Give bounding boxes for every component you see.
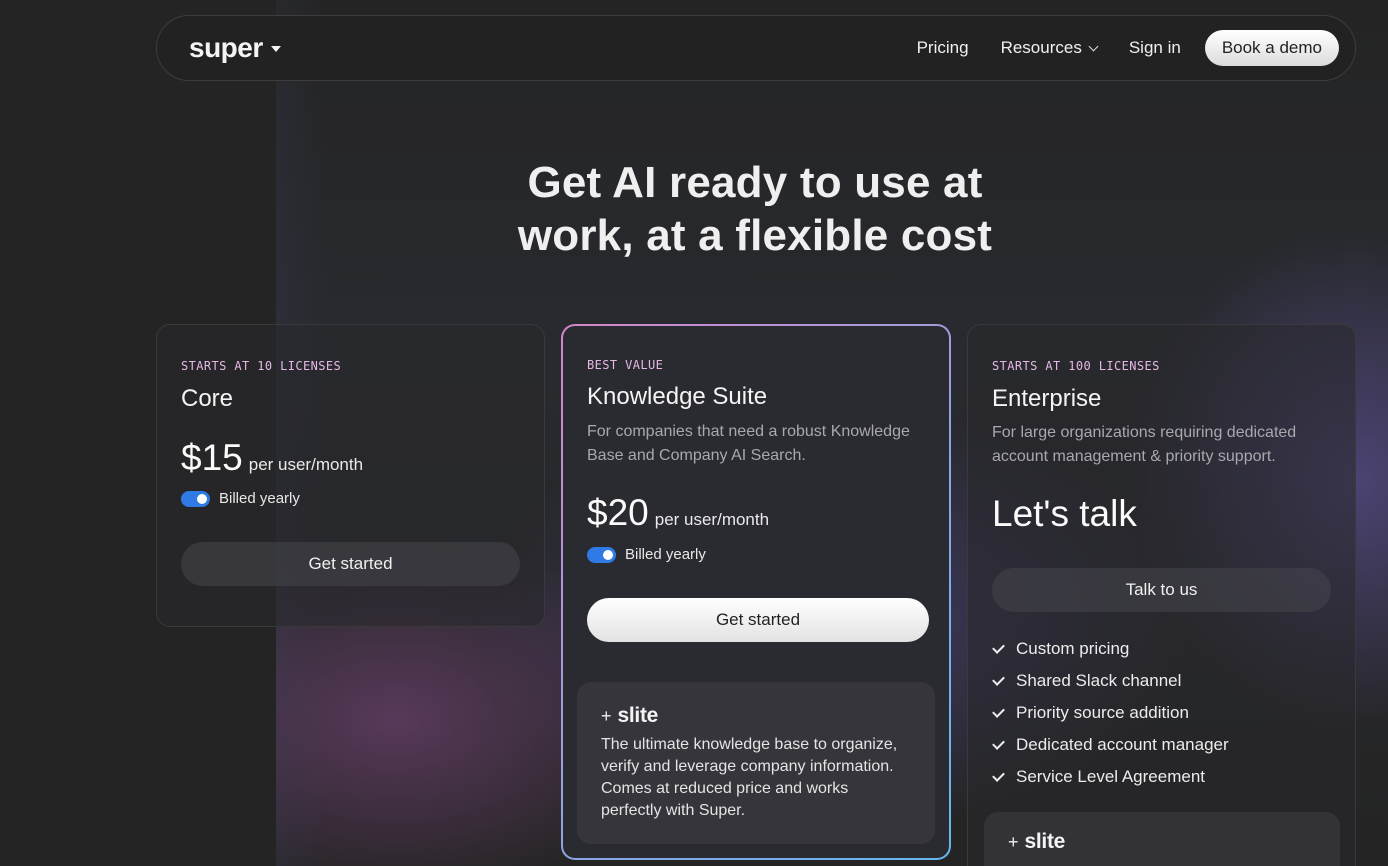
billing-toggle[interactable] <box>587 546 616 563</box>
get-started-button[interactable]: Get started <box>181 542 520 586</box>
check-icon <box>992 736 1005 750</box>
slite-addon: + slite The ultimate knowledge base to o… <box>577 682 935 844</box>
feature-item: Dedicated account manager <box>992 729 1229 761</box>
plus-icon: + <box>1008 831 1019 852</box>
nav-resources-label: Resources <box>1000 38 1082 57</box>
billing-toggle[interactable] <box>181 490 210 507</box>
price-unit: per user/month <box>654 510 770 529</box>
feature-item: Service Level Agreement <box>992 761 1229 793</box>
plan-card-core: STARTS AT 10 LICENSES Core $15 per user/… <box>156 324 545 627</box>
toggle-knob <box>603 549 613 560</box>
plan-price: $15 per user/month <box>181 437 363 479</box>
plan-description: For large organizations requiring dedica… <box>992 424 1297 465</box>
plan-eyebrow: STARTS AT 10 LICENSES <box>181 359 342 373</box>
plus-icon: + <box>601 705 612 726</box>
feature-list: Custom pricing Shared Slack channel Prio… <box>992 633 1229 793</box>
slite-header: + slite <box>1008 830 1316 854</box>
feature-label: Priority source addition <box>1016 703 1189 722</box>
plan-title: Knowledge Suite <box>587 383 768 410</box>
slite-logo: slite <box>1024 830 1066 853</box>
plan-price: Let's talk <box>992 493 1137 534</box>
plan-price: $20 per user/month <box>587 492 769 534</box>
chevron-down-icon <box>1088 41 1099 51</box>
plan-eyebrow: BEST VALUE <box>587 358 664 372</box>
check-icon <box>992 640 1005 654</box>
hero-title: Get AI ready to use at work, at a flexib… <box>430 156 1080 262</box>
super-logo: super <box>189 32 263 63</box>
nav-resources-menu[interactable]: Resources <box>1000 38 1099 58</box>
hero-line-2: work, at a flexible cost <box>517 211 993 260</box>
slite-header: + slite <box>601 704 911 728</box>
feature-label: Custom pricing <box>1016 639 1130 658</box>
billing-label: Billed yearly <box>219 490 300 507</box>
feature-item: Custom pricing <box>992 633 1229 665</box>
plan-title: Enterprise <box>992 385 1102 412</box>
plan-title: Core <box>181 385 234 412</box>
billing-toggle-row: Billed yearly <box>181 490 300 507</box>
billing-toggle-row: Billed yearly <box>587 546 706 563</box>
price-unit: per user/month <box>248 455 364 474</box>
slite-addon: + slite <box>984 812 1340 866</box>
talk-to-us-button[interactable]: Talk to us <box>992 568 1331 612</box>
feature-item: Shared Slack channel <box>992 665 1229 697</box>
check-icon <box>992 704 1005 718</box>
slite-logo: slite <box>617 704 659 727</box>
logo-menu[interactable]: super <box>189 32 281 64</box>
billing-label: Billed yearly <box>625 546 706 563</box>
book-demo-button[interactable]: Book a demo <box>1204 30 1339 66</box>
plan-description: For companies that need a robust Knowled… <box>587 423 910 464</box>
price-amount: $20 <box>587 492 649 533</box>
caret-down-icon <box>270 46 281 52</box>
feature-item: Priority source addition <box>992 697 1229 729</box>
price-amount: $15 <box>181 437 243 478</box>
plan-card-knowledge-suite: BEST VALUE Knowledge Suite For companies… <box>561 324 951 860</box>
toggle-knob <box>197 493 207 504</box>
top-nav: super Pricing Resources Sign in Book a d… <box>156 15 1356 81</box>
nav-links: Pricing Resources Sign in Book a demo <box>917 30 1339 66</box>
check-icon <box>992 672 1005 686</box>
nav-pricing-link[interactable]: Pricing <box>917 38 969 58</box>
plan-eyebrow: STARTS AT 100 LICENSES <box>992 359 1160 373</box>
get-started-button[interactable]: Get started <box>587 598 929 642</box>
slite-description: The ultimate knowledge base to organize,… <box>601 736 898 819</box>
feature-label: Service Level Agreement <box>1016 767 1205 786</box>
feature-label: Dedicated account manager <box>1016 735 1229 754</box>
feature-label: Shared Slack channel <box>1016 671 1182 690</box>
plan-card-enterprise: STARTS AT 100 LICENSES Enterprise For la… <box>967 324 1356 866</box>
hero-line-1: Get AI ready to use at <box>527 158 983 207</box>
check-icon <box>992 768 1005 782</box>
nav-sign-in-link[interactable]: Sign in <box>1129 38 1181 58</box>
